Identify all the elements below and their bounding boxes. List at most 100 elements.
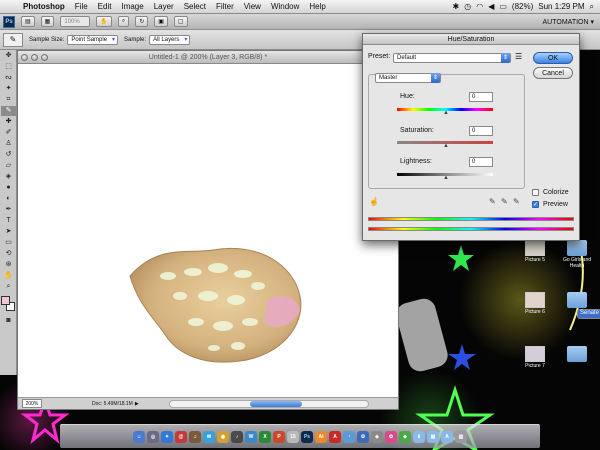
- desktop-icon-go-girls-and-health[interactable]: Go Girls and Health: [556, 240, 598, 269]
- status-zoom-field[interactable]: 200%: [22, 399, 42, 408]
- eyedropper-tool-icon[interactable]: ✎: [1, 106, 16, 116]
- colorize-label[interactable]: Colorize: [543, 189, 569, 196]
- menu-filter[interactable]: Filter: [211, 2, 239, 11]
- menu-edit[interactable]: Edit: [93, 2, 117, 11]
- garageband-icon[interactable]: ♪: [231, 430, 243, 443]
- ok-button[interactable]: OK: [533, 52, 573, 64]
- arrange-documents-icon[interactable]: ▣: [154, 16, 168, 27]
- app-icon[interactable]: ◈: [371, 430, 383, 443]
- paint-bucket-tool-icon[interactable]: ◈: [1, 172, 16, 182]
- app-icon[interactable]: ✿: [385, 430, 397, 443]
- desktop-icon-picture-6[interactable]: Picture 6: [518, 292, 552, 315]
- safari-icon[interactable]: ✦: [161, 430, 173, 443]
- pen-tool-icon[interactable]: ✒: [1, 205, 16, 215]
- subtract-from-sample-eyedropper-icon[interactable]: ✎: [513, 197, 520, 206]
- eyedropper-preset-icon[interactable]: ✎: [3, 32, 23, 47]
- menu-file[interactable]: File: [70, 2, 93, 11]
- finder-icon[interactable]: ☺: [133, 430, 145, 443]
- add-to-sample-eyedropper-icon[interactable]: ✎: [501, 197, 508, 206]
- preset-options-icon[interactable]: ☰: [515, 52, 522, 61]
- cancel-button[interactable]: Cancel: [533, 67, 573, 79]
- menubar-clock[interactable]: Sun 1:29 PM: [538, 2, 584, 11]
- applications-folder-icon[interactable]: A: [441, 430, 453, 443]
- wifi-icon[interactable]: ◠: [476, 2, 483, 11]
- healing-brush-tool-icon[interactable]: ✚: [1, 117, 16, 127]
- foreground-color-swatch[interactable]: [1, 296, 10, 305]
- rotate-view-icon[interactable]: ↻: [135, 16, 149, 27]
- battery-icon[interactable]: ▭: [499, 2, 507, 11]
- preview-label[interactable]: Preview: [543, 201, 568, 208]
- excel-icon[interactable]: X: [259, 430, 271, 443]
- powerpoint-icon[interactable]: P: [273, 430, 285, 443]
- channel-select[interactable]: Master ⇕: [375, 73, 441, 83]
- hue-input[interactable]: 0: [469, 92, 493, 102]
- menu-window[interactable]: Window: [266, 2, 304, 11]
- 3d-orbit-tool-icon[interactable]: ⊛: [1, 260, 16, 270]
- dodge-tool-icon[interactable]: ◐: [1, 194, 16, 204]
- view-extras-icon[interactable]: ▦: [40, 16, 55, 27]
- preferences-icon[interactable]: ⚙: [357, 430, 369, 443]
- address-book-icon[interactable]: @: [175, 430, 187, 443]
- shape-tool-icon[interactable]: ▭: [1, 238, 16, 248]
- downloads-folder-icon[interactable]: ⬇: [413, 430, 425, 443]
- hue-slider-thumb-icon[interactable]: ▲: [443, 110, 449, 116]
- dialog-title[interactable]: Hue/Saturation: [363, 34, 579, 45]
- 3d-rotate-tool-icon[interactable]: ⟲: [1, 249, 16, 259]
- colorize-checkbox[interactable]: [532, 189, 539, 196]
- mail-icon[interactable]: ✉: [203, 430, 215, 443]
- type-tool-icon[interactable]: T: [1, 216, 16, 226]
- crop-tool-icon[interactable]: ⌗: [1, 95, 16, 105]
- battery-percent[interactable]: (82%): [512, 2, 533, 11]
- targeted-adjustment-hand-icon[interactable]: ☝: [369, 197, 379, 206]
- menu-layer[interactable]: Layer: [149, 2, 179, 11]
- spotlight-icon[interactable]: ⌕: [590, 2, 594, 12]
- app-icon[interactable]: ◆: [399, 430, 411, 443]
- brush-tool-icon[interactable]: ✐: [1, 128, 16, 138]
- documents-folder-icon[interactable]: ▤: [427, 430, 439, 443]
- marquee-tool-icon[interactable]: ⬚: [1, 62, 16, 72]
- horizontal-scrollbar[interactable]: [168, 399, 369, 408]
- sample-size-select[interactable]: Point Sample: [67, 34, 119, 45]
- quick-mask-icon[interactable]: ◙: [1, 316, 16, 326]
- scrollbar-thumb[interactable]: [249, 400, 302, 407]
- clone-stamp-tool-icon[interactable]: ♙: [1, 139, 16, 149]
- magic-wand-tool-icon[interactable]: ✦: [1, 84, 16, 94]
- volume-icon[interactable]: ◀: [488, 2, 494, 11]
- illustrator-icon[interactable]: Ai: [315, 430, 327, 443]
- preview-checkbox[interactable]: ✓: [532, 201, 539, 208]
- zoom-tool-icon[interactable]: ⌕: [1, 282, 16, 292]
- hand-tool-icon[interactable]: ✋: [96, 16, 112, 27]
- trash-icon[interactable]: ▥: [455, 430, 467, 443]
- itunes-icon[interactable]: ♫: [189, 430, 201, 443]
- sample-select[interactable]: All Layers: [149, 34, 191, 45]
- lightness-input[interactable]: 0: [469, 157, 493, 167]
- eyedropper-icon[interactable]: ✎: [489, 197, 496, 206]
- menu-select[interactable]: Select: [179, 2, 211, 11]
- time-machine-icon[interactable]: ◷: [464, 2, 471, 11]
- acrobat-icon[interactable]: A: [329, 430, 341, 443]
- menu-image[interactable]: Image: [116, 2, 148, 11]
- desktop-icon-picture-5[interactable]: Picture 5: [518, 240, 552, 263]
- desktop-icon-folder[interactable]: [560, 346, 594, 362]
- saturation-input[interactable]: 0: [469, 126, 493, 136]
- path-selection-tool-icon[interactable]: ➤: [1, 227, 16, 237]
- dashboard-icon[interactable]: ◎: [147, 430, 159, 443]
- desktop-icon-picture-7[interactable]: Picture 7: [518, 346, 552, 369]
- ichat-icon[interactable]: ◔: [343, 430, 355, 443]
- history-brush-tool-icon[interactable]: ↺: [1, 150, 16, 160]
- menu-view[interactable]: View: [239, 2, 266, 11]
- bluetooth-icon[interactable]: ✱: [453, 2, 460, 11]
- document-canvas[interactable]: [18, 64, 398, 397]
- word-icon[interactable]: W: [245, 430, 257, 443]
- blur-tool-icon[interactable]: ●: [1, 183, 16, 193]
- color-swatches[interactable]: [1, 296, 16, 312]
- document-title-bar[interactable]: Untitled-1 @ 200% (Layer 3, RGB/8) *: [18, 51, 398, 64]
- photoshop-dock-icon[interactable]: Ps: [301, 430, 313, 443]
- zoom-tool-icon[interactable]: ⌕: [117, 16, 130, 27]
- calendar-icon[interactable]: 15: [287, 430, 299, 443]
- launch-bridge-icon[interactable]: ▤: [21, 16, 35, 27]
- screen-mode-icon[interactable]: ▢: [173, 16, 188, 27]
- zoom-level-select[interactable]: 100%: [60, 16, 91, 27]
- menu-app-photoshop[interactable]: Photoshop: [18, 2, 70, 11]
- lightness-slider-thumb-icon[interactable]: ▲: [443, 175, 449, 181]
